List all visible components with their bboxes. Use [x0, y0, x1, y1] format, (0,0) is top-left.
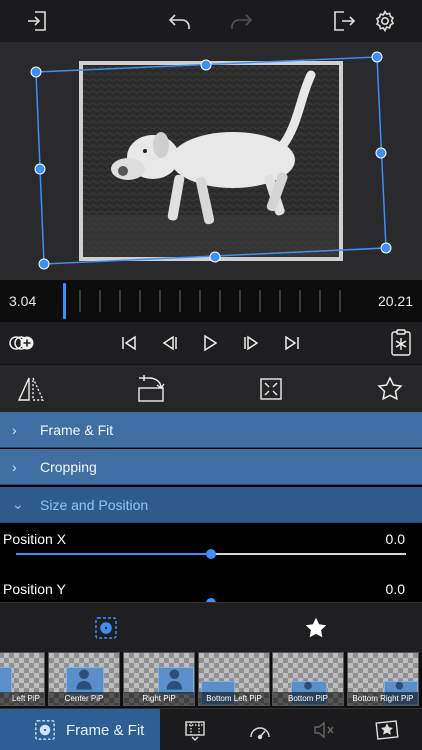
- size-position-controls: Position X 0.0 Position Y 0.0: [0, 524, 422, 602]
- skip-to-start-button[interactable]: [114, 328, 144, 358]
- tab-speed[interactable]: [245, 716, 275, 744]
- presets-icon: [95, 617, 117, 639]
- step-forward-icon: [244, 335, 259, 351]
- section-label: Cropping: [40, 458, 97, 475]
- play-icon: [204, 334, 218, 352]
- preset-strip[interactable]: Left PiP Center PiP Right PiP Bottom Lef…: [0, 652, 422, 708]
- play-button[interactable]: [195, 328, 225, 358]
- undo-icon: [168, 14, 190, 29]
- rotate-button[interactable]: [134, 373, 168, 405]
- section-size-position[interactable]: ⌄ Size and Position: [0, 487, 422, 523]
- preset-left-pip[interactable]: Left PiP: [0, 652, 45, 706]
- settings-gear-icon: [375, 9, 395, 33]
- favorite-button[interactable]: [373, 373, 407, 405]
- presets-tab[interactable]: [91, 613, 121, 643]
- transport-bar: [0, 322, 422, 364]
- preset-label: Bottom Left PiP: [199, 692, 269, 705]
- skip-to-end-icon: [285, 335, 299, 351]
- settings-button[interactable]: [369, 6, 401, 36]
- step-forward-button[interactable]: [236, 328, 266, 358]
- pip-box: [0, 667, 12, 693]
- preset-right-pip[interactable]: Right PiP: [123, 652, 195, 706]
- tab-effects[interactable]: [372, 716, 402, 744]
- flip-icon: [17, 377, 45, 401]
- slider-fill: [16, 553, 211, 555]
- preset-bottom-left-pip[interactable]: Bottom Left PiP: [198, 652, 270, 706]
- section-label: Size and Position: [40, 496, 149, 513]
- top-toolbar: [0, 0, 422, 42]
- chevron-right-icon: ›: [12, 421, 17, 438]
- bottom-tab-bar: Frame & Fit: [0, 708, 422, 750]
- preset-label: Center PiP: [49, 692, 119, 705]
- presets-tabs: [0, 602, 422, 652]
- section-cropping[interactable]: › Cropping: [0, 449, 422, 485]
- playhead[interactable]: [63, 283, 66, 319]
- undo-button[interactable]: [164, 6, 196, 36]
- favorite-star-icon: [377, 376, 403, 401]
- redo-button[interactable]: [225, 6, 257, 36]
- fit-button[interactable]: [254, 373, 288, 405]
- preset-bottom-pip[interactable]: Bottom PiP: [272, 652, 344, 706]
- position-x-slider[interactable]: [16, 549, 406, 559]
- speed-icon: [250, 727, 270, 740]
- rotate-icon: [138, 375, 165, 402]
- import-button[interactable]: [21, 6, 53, 36]
- preset-label: Bottom PiP: [273, 692, 343, 705]
- section-frame-fit[interactable]: › Frame & Fit: [0, 412, 422, 448]
- mute-icon: [314, 721, 334, 739]
- freeze-frame-button[interactable]: [386, 328, 416, 358]
- skip-to-end-button[interactable]: [277, 328, 307, 358]
- end-time: 20.21: [377, 293, 413, 309]
- add-clip-icon: [9, 336, 34, 350]
- fit-to-frame-icon: [260, 378, 282, 400]
- position-x-label: Position X: [3, 531, 67, 547]
- timeline-ticks: [79, 290, 341, 312]
- tab-crop[interactable]: [180, 716, 210, 744]
- slider-thumb[interactable]: [206, 549, 216, 559]
- position-x-value: 0.0: [385, 531, 405, 547]
- tab-label: Frame & Fit: [66, 721, 145, 739]
- clip-photo[interactable]: [79, 61, 343, 261]
- chevron-right-icon: ›: [12, 458, 17, 475]
- tab-frame-fit[interactable]: Frame & Fit: [0, 709, 160, 750]
- import-icon: [28, 11, 46, 31]
- section-label: Frame & Fit: [40, 421, 114, 438]
- tab-audio[interactable]: [309, 716, 339, 744]
- start-time: 3.04: [9, 293, 37, 309]
- preset-center-pip[interactable]: Center PiP: [48, 652, 120, 706]
- favorites-star-icon: [305, 617, 327, 638]
- export-button[interactable]: [328, 6, 360, 36]
- skip-to-start-icon: [122, 335, 136, 351]
- redo-icon: [231, 14, 253, 29]
- effects-icon: [375, 720, 399, 740]
- dog-image: [83, 65, 339, 257]
- frame-fit-icon: [35, 720, 55, 740]
- preset-label: Right PiP: [124, 692, 194, 705]
- freeze-frame-icon: [391, 329, 411, 356]
- favorites-tab[interactable]: [301, 613, 331, 643]
- step-back-icon: [162, 335, 177, 351]
- export-icon: [334, 11, 356, 31]
- position-y-value: 0.0: [385, 581, 405, 597]
- flip-button[interactable]: [14, 373, 48, 405]
- preset-label: Left PiP: [0, 692, 44, 705]
- transform-tools: [0, 364, 422, 412]
- preset-bottom-right-pip[interactable]: Bottom Right PiP: [347, 652, 419, 706]
- chevron-down-icon: ⌄: [12, 496, 24, 512]
- crop-icon: [185, 721, 205, 741]
- timeline[interactable]: 3.04 20.21: [0, 280, 422, 322]
- step-back-button[interactable]: [155, 328, 185, 358]
- add-clip-button[interactable]: [6, 328, 38, 358]
- preset-label: Bottom Right PiP: [348, 692, 418, 705]
- position-y-label: Position Y: [3, 581, 66, 597]
